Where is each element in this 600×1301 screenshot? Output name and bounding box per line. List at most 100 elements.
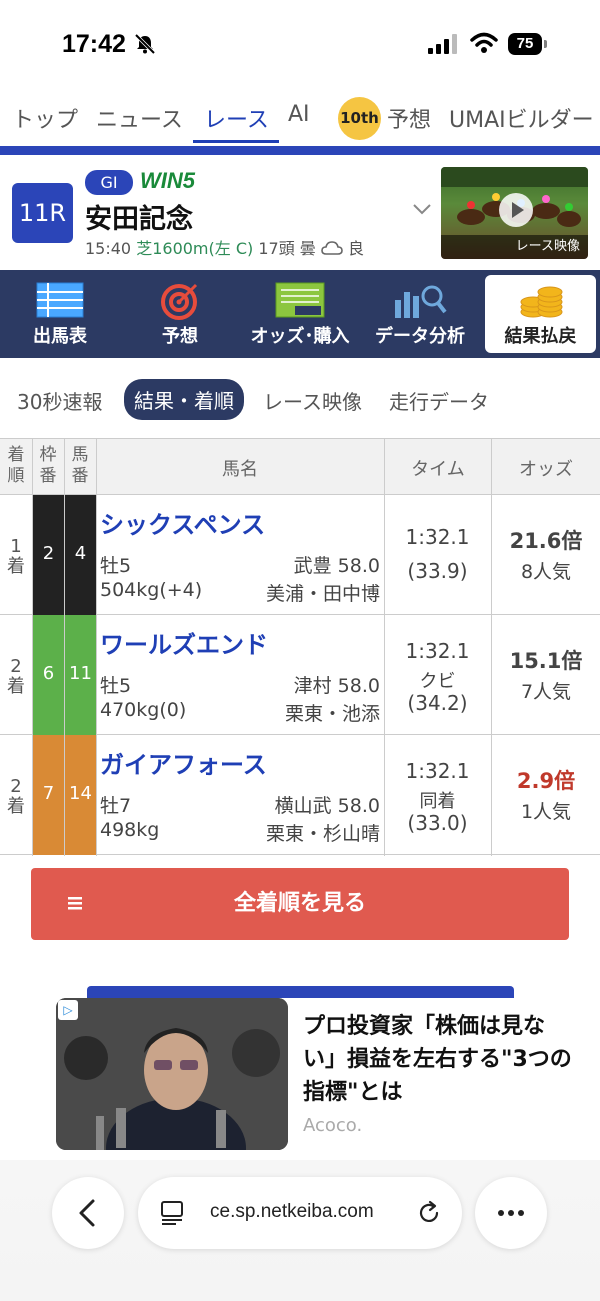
menu-kekka-label: 結果払戻 <box>504 326 577 347</box>
nav-race[interactable]: レース <box>204 102 269 134</box>
menu-data-analysis-label: データ分析 <box>375 326 465 347</box>
umaban-cell: 11 <box>65 615 96 735</box>
waku-cell: 7 <box>33 735 64 855</box>
tab-running-data[interactable]: 走行データ <box>389 386 489 415</box>
waku-cell: 2 <box>33 495 64 615</box>
finish-time: 1:32.1 <box>405 639 470 663</box>
header-name: 馬名 <box>222 459 258 480</box>
view-full-order-button[interactable]: 全着順を見る <box>31 868 569 940</box>
menu-odds[interactable]: オッズ･購入 <box>240 270 360 358</box>
tenth-anniversary-badge[interactable]: 10th <box>338 97 381 140</box>
menu-shutsuba[interactable]: 出馬表 <box>0 270 120 358</box>
nav-ai[interactable]: AI <box>288 102 310 127</box>
nav-umai-builder[interactable]: UMAIビルダー <box>449 102 594 134</box>
rank-number: 2 <box>10 776 22 797</box>
waku-cell: 6 <box>33 615 64 735</box>
horse-weight: 504kg(+4) <box>100 579 203 601</box>
ipat-ticket-icon <box>275 282 325 318</box>
back-button[interactable] <box>52 1177 124 1249</box>
popularity: 8人気 <box>520 561 572 583</box>
results-table-header: 着順 枠番 馬番 馬名 タイム オッズ <box>0 438 600 495</box>
col-divider <box>96 438 97 856</box>
umaban-cell: 14 <box>65 735 96 855</box>
horse-name-link[interactable]: ガイアフォース <box>100 745 267 780</box>
bell-mute-icon <box>134 33 156 55</box>
rank-unit: 着 <box>7 676 25 697</box>
horse-name-link[interactable]: ワールズエンド <box>100 625 268 660</box>
nav-yoso[interactable]: 予想 <box>387 102 431 134</box>
menu-data-analysis[interactable]: データ分析 <box>360 270 480 358</box>
trainer[interactable]: 栗東・杉山晴 <box>266 819 380 846</box>
umaban-number: 4 <box>74 543 87 564</box>
chevron-down-icon[interactable] <box>412 202 432 216</box>
jockey-weight[interactable]: 横山武 58.0 <box>275 791 380 818</box>
rank-number: 2 <box>10 656 22 677</box>
rank-cell: 2着 <box>0 735 32 855</box>
rank-unit: 着 <box>7 796 25 817</box>
result-row[interactable]: 1 着 2 4 シックスペンス 牡5 武豊 58.0 504kg(+4) 美浦・田中博 1:32.… <box>0 495 600 615</box>
chevron-left-icon <box>79 1199 95 1227</box>
race-video-label: レース映像 <box>441 235 588 259</box>
coins-icon <box>520 286 562 318</box>
target-icon <box>161 283 198 320</box>
nav-top[interactable]: トップ <box>12 102 78 134</box>
result-row[interactable]: 2 着 6 11 ワールズエンド 牡5 津村 58.0 470kg(0) 栗東・池添 1:32.1… <box>0 615 600 735</box>
ad-top-strip <box>87 986 514 998</box>
ad-photo <box>56 998 288 1150</box>
race-name: 安田記念 <box>85 204 193 235</box>
header-time: タイム <box>411 459 465 480</box>
waku-number: 6 <box>42 663 55 684</box>
brand-divider <box>0 146 600 155</box>
menu-kekka[interactable]: 結果払戻 <box>485 275 596 353</box>
tab-video[interactable]: レース映像 <box>263 386 362 415</box>
waku-number: 2 <box>42 543 55 564</box>
trainer[interactable]: 美浦・田中博 <box>266 579 380 606</box>
menu-yoso-label: 予想 <box>162 326 198 347</box>
margin: クビ <box>419 671 456 692</box>
race-info: 15:40 芝1600m(左 C) 17頭 曇 良 <box>85 235 364 259</box>
trainer[interactable]: 栗東・池添 <box>285 699 380 726</box>
tab-30sec[interactable]: 30秒速報 <box>17 386 102 415</box>
race-going: 良 <box>348 239 365 258</box>
battery-level: 75 <box>508 33 542 55</box>
horse-weight: 470kg(0) <box>100 699 187 721</box>
race-runners-weather: 17頭 曇 <box>258 239 316 258</box>
jockey-weight[interactable]: 武豊 58.0 <box>294 551 380 578</box>
last-3f: (33.0) <box>407 811 468 835</box>
odds-cell: 2.9倍 <box>492 765 600 795</box>
ad-title[interactable]: プロ投資家「株価は見ない」損益を左右する"3つの指標"とは <box>303 1010 573 1109</box>
popularity: 1人気 <box>520 801 572 823</box>
play-icon[interactable] <box>499 193 533 227</box>
address-url[interactable]: ce.sp.netkeiba.com <box>210 1201 374 1223</box>
sex-age: 牡7 <box>100 795 132 817</box>
menu-yoso[interactable]: 予想 <box>120 270 240 358</box>
tab-result[interactable]: 結果・着順 <box>124 379 244 420</box>
nav-active-underline <box>193 140 279 143</box>
last-3f: (33.9) <box>407 559 468 583</box>
finish-time: 1:32.1 <box>405 759 470 783</box>
umaban-number: 14 <box>69 783 92 804</box>
waku-number: 7 <box>42 783 55 804</box>
jockey-weight[interactable]: 津村 58.0 <box>294 671 380 698</box>
race-video-thumbnail[interactable]: レース映像 <box>441 167 588 259</box>
horse-name-link[interactable]: シックスペンス <box>100 505 265 540</box>
race-number: 11R <box>12 183 73 243</box>
race-course: 芝1600m(左 C) <box>136 239 254 258</box>
top-nav: トップ ニュース レース AI 予想 UMAIビルダー <box>0 90 600 146</box>
col-divider <box>491 438 492 856</box>
reload-icon[interactable] <box>414 1198 444 1228</box>
more-button[interactable] <box>475 1177 547 1249</box>
rank-number: 1 <box>10 536 22 557</box>
result-row[interactable]: 2 着 7 14 ガイアフォース 牡7 横山武 58.0 498kg 栗東・杉山晴 1:32.1 同… <box>0 735 600 855</box>
grade-badge: GI <box>85 170 133 195</box>
last-3f: (34.2) <box>407 691 468 715</box>
rank-cell: 2着 <box>0 615 32 735</box>
ad-choices-icon[interactable]: ▷ <box>58 1000 78 1020</box>
reader-mode-icon[interactable] <box>158 1198 188 1228</box>
wifi-icon <box>470 32 498 53</box>
nav-news[interactable]: ニュース <box>96 102 183 134</box>
odds-cell: 15.1倍 <box>492 645 600 675</box>
ad-image[interactable] <box>56 998 288 1150</box>
chart-search-icon <box>395 285 447 318</box>
umaban-number: 11 <box>69 663 92 684</box>
